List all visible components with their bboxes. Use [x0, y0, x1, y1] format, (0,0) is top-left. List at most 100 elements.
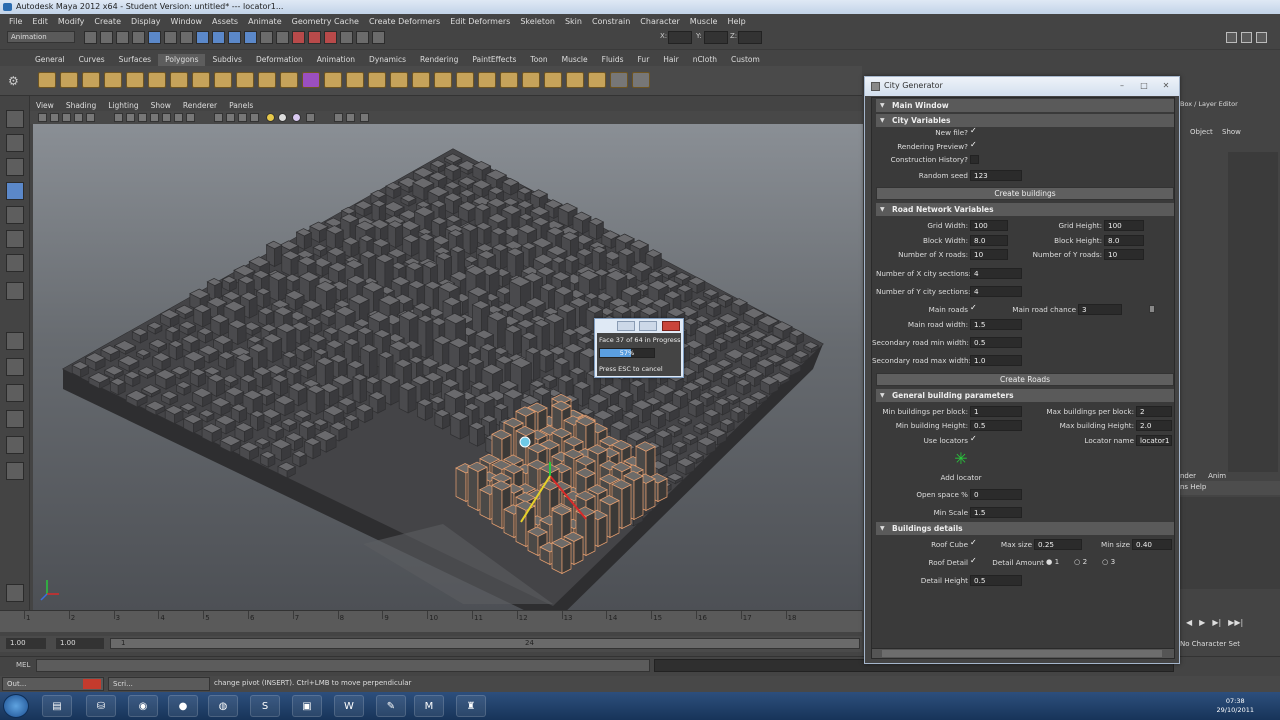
secondary-max-width-field[interactable]: 1.0 [970, 355, 1022, 366]
poke-icon[interactable] [566, 72, 584, 88]
bridge-icon[interactable] [346, 72, 364, 88]
locator-handle-icon[interactable] [519, 436, 531, 448]
safe-action-icon[interactable] [174, 113, 183, 122]
rotate-tool-icon[interactable] [6, 206, 24, 224]
maya-taskbar-icon[interactable]: M [414, 695, 444, 717]
section-buildings-details[interactable]: Buildings details [876, 522, 1174, 535]
menu-help[interactable]: Help [722, 17, 750, 26]
detail-height-field[interactable]: 0.5 [970, 575, 1022, 586]
collapse-icon[interactable] [500, 72, 518, 88]
section-road-network[interactable]: Road Network Variables [876, 203, 1174, 216]
poly-soccer-ball-icon[interactable] [192, 72, 210, 88]
progress-maximize-button[interactable] [639, 321, 657, 331]
poly-cylinder-icon[interactable] [82, 72, 100, 88]
channel-menu-show[interactable]: Show [1222, 128, 1241, 136]
poly-cone-icon[interactable] [104, 72, 122, 88]
num-x-roads-field[interactable]: 10 [970, 249, 1008, 260]
num-y-roads-field[interactable]: 10 [1104, 249, 1144, 260]
camera-attributes-icon[interactable] [50, 113, 59, 122]
shelf-tab-deformation[interactable]: Deformation [249, 54, 310, 66]
play-forward-icon[interactable]: ▶ [1199, 618, 1205, 627]
scale-tool-icon[interactable] [6, 230, 24, 248]
single-pane-layout-icon[interactable] [6, 332, 24, 350]
menu-animate[interactable]: Animate [243, 17, 287, 26]
media-taskbar-icon[interactable]: ● [168, 695, 198, 717]
select-tool-icon[interactable] [6, 110, 24, 128]
separate-icon[interactable] [258, 72, 276, 88]
paint-select-icon[interactable] [6, 158, 24, 176]
shelf-tab-fluids[interactable]: Fluids [595, 54, 631, 66]
persp-graph-layout-icon[interactable] [6, 436, 24, 454]
menu-display[interactable]: Display [126, 17, 166, 26]
dialog-scroll-thumb[interactable] [882, 650, 1162, 657]
camera-select-icon[interactable] [38, 113, 47, 122]
use-locators-checkbox[interactable]: ✓ [970, 434, 977, 443]
viewport-menu-renderer[interactable]: Renderer [177, 100, 223, 111]
save-scene-icon[interactable] [116, 31, 129, 44]
two-d-pan-icon[interactable] [86, 113, 95, 122]
section-city-variables[interactable]: City Variables [876, 114, 1174, 127]
secondary-min-width-field[interactable]: 0.5 [970, 337, 1022, 348]
shelf-tab-surfaces[interactable]: Surfaces [112, 54, 158, 66]
shelf-tab-dynamics[interactable]: Dynamics [362, 54, 413, 66]
viewport-menu-view[interactable]: View [30, 100, 60, 111]
shelf-tab-painteffects[interactable]: PaintEffects [465, 54, 523, 66]
use-all-lights-icon[interactable] [266, 113, 275, 122]
append-polygon-icon[interactable] [368, 72, 386, 88]
bevel-icon[interactable] [456, 72, 474, 88]
start-time-field[interactable]: 1.00 [6, 638, 46, 649]
toggle-tool-settings-icon[interactable] [1241, 32, 1252, 43]
range-slider[interactable]: 1 24 [110, 638, 860, 649]
new-scene-icon[interactable] [84, 31, 97, 44]
detail-amount-radio-1[interactable]: ● 1 [1046, 557, 1059, 566]
shelf-tab-polygons[interactable]: Polygons [158, 54, 206, 66]
snap-point-icon[interactable] [228, 31, 241, 44]
snap-curve-icon[interactable] [212, 31, 225, 44]
layer-tab-anim[interactable]: Anim [1208, 472, 1226, 480]
select-component-icon[interactable] [164, 31, 177, 44]
roof-cube-checkbox[interactable]: ✓ [970, 538, 977, 547]
select-object-icon[interactable] [148, 31, 161, 44]
construction-history-checkbox[interactable] [970, 155, 979, 164]
poly-plane-icon[interactable] [126, 72, 144, 88]
ipr-render-icon[interactable] [308, 31, 321, 44]
step-back-icon[interactable]: ◀ [1186, 618, 1192, 627]
snap-grid-icon[interactable] [196, 31, 209, 44]
layer-tab-render[interactable]: nder [1180, 472, 1196, 480]
max-size-field[interactable]: 0.25 [1034, 539, 1082, 550]
poly-pipe-icon[interactable] [170, 72, 188, 88]
xray-icon[interactable] [346, 113, 355, 122]
z-field[interactable] [738, 31, 762, 44]
grid-toggle-icon[interactable] [114, 113, 123, 122]
split-polygon-icon[interactable] [390, 72, 408, 88]
random-seed-field[interactable]: 123 [970, 170, 1022, 181]
command-language-label[interactable]: MEL [16, 661, 30, 669]
shelf-tab-custom[interactable]: Custom [724, 54, 767, 66]
main-road-chance-slider[interactable] [1149, 305, 1155, 313]
menu-create[interactable]: Create [89, 17, 126, 26]
history-icon[interactable] [260, 31, 273, 44]
grid-height-field[interactable]: 100 [1104, 220, 1144, 231]
shelf-tab-toon[interactable]: Toon [523, 54, 554, 66]
x-city-sections-field[interactable]: 4 [970, 268, 1022, 279]
block-width-field[interactable]: 8.0 [970, 235, 1008, 246]
menu-character[interactable]: Character [635, 17, 685, 26]
maya-dialog-taskbar-icon[interactable]: ♜ [456, 695, 486, 717]
grid-width-field[interactable]: 100 [970, 220, 1008, 231]
xray-joints-icon[interactable] [360, 113, 369, 122]
main-road-chance-field[interactable]: 3 [1078, 304, 1122, 315]
max-building-height-field[interactable]: 2.0 [1136, 420, 1172, 431]
absolute-transform-icon[interactable] [372, 31, 385, 44]
select-hierarchy-icon[interactable] [132, 31, 145, 44]
menu-file[interactable]: File [4, 17, 27, 26]
create-roads-button[interactable]: Create Roads [876, 373, 1174, 386]
minimize-icon[interactable]: – [1115, 81, 1129, 91]
section-building-parameters[interactable]: General building parameters [876, 389, 1174, 402]
command-input[interactable] [36, 659, 650, 672]
skype-taskbar-icon[interactable]: S [250, 695, 280, 717]
viewport-menu-lighting[interactable]: Lighting [102, 100, 144, 111]
section-main-window[interactable]: Main Window [876, 99, 1174, 112]
step-forward-icon[interactable]: ▶| [1212, 618, 1221, 627]
wireframe-on-shaded-icon[interactable] [238, 113, 247, 122]
menu-create-deformers[interactable]: Create Deformers [364, 17, 445, 26]
